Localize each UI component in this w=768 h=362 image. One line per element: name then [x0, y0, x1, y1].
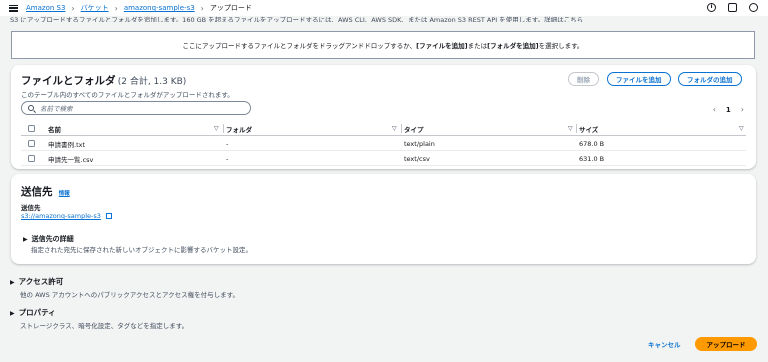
destination-label: 送信先 — [21, 204, 41, 212]
search-placeholder: 名前で検索 — [40, 105, 73, 113]
table-row: 申請書例.txt - text/plain 678.0 B — [21, 136, 746, 151]
dropzone-text-mid: または — [467, 42, 488, 50]
sort-icon[interactable]: ▽ — [739, 121, 744, 136]
external-link-icon — [105, 213, 112, 219]
files-panel-description: このテーブル内のすべてのファイルとフォルダがアップロードされます。 — [21, 91, 234, 99]
access-desc: 他の AWS アカウントへのパブリックアクセスとアクセス権を付与します。 — [20, 291, 239, 299]
files-panel: ファイルとフォルダ (2 合計, 1.3 KB) このテーブル内のすべてのファイ… — [11, 65, 756, 169]
chevron-left-icon[interactable]: ‹ — [713, 105, 716, 114]
file-name: 申請先一覧.csv — [48, 155, 94, 164]
files-count: (2 合計, 1.3 KB) — [117, 77, 187, 87]
menu-icon[interactable] — [9, 4, 18, 12]
dropzone-text-pre: ここにアップロードするファイルとフォルダをドラッグアンドドロップするか、 — [182, 42, 417, 50]
add-files-button[interactable]: ファイルを追加 — [607, 72, 671, 86]
properties-desc: ストレージクラス、暗号化設定、タグなどを指定します。 — [20, 322, 189, 330]
sort-icon[interactable]: ▽ — [392, 121, 397, 136]
breadcrumb-buckets[interactable]: バケット — [81, 3, 109, 13]
properties-toggle[interactable]: プロパティ — [19, 308, 56, 317]
page-number[interactable]: 1 — [726, 106, 731, 114]
chevron-right-icon: › — [71, 3, 75, 13]
file-name: 申請書例.txt — [48, 140, 86, 149]
destination-details-toggle[interactable]: 送信先の詳細 — [32, 235, 74, 243]
column-name[interactable]: 名前 — [48, 121, 223, 136]
cancel-button[interactable]: キャンセル — [640, 337, 689, 351]
search-icon — [28, 105, 34, 111]
properties-section: ▶ プロパティ ストレージクラス、暗号化設定、タグなどを指定します。 — [10, 307, 188, 330]
drop-zone[interactable]: ここにアップロードするファイルとフォルダをドラッグアンドドロップするか、 [ファ… — [11, 31, 755, 59]
select-all-checkbox[interactable] — [28, 124, 35, 132]
add-folder-button[interactable]: フォルダの追加 — [678, 72, 742, 86]
caret-right-icon[interactable]: ▶ — [10, 279, 15, 286]
clock-icon[interactable] — [749, 3, 758, 12]
upload-button[interactable]: アップロード — [695, 337, 757, 351]
dropzone-add-folder: [フォルダを追加] — [487, 42, 539, 50]
destination-title: 送信先 — [21, 186, 53, 198]
file-folder: - — [226, 154, 229, 163]
breadcrumb-s3[interactable]: Amazon S3 — [26, 4, 65, 12]
info-icon[interactable]: i — [707, 3, 716, 12]
table-header: 名前 ▽ フォルダ ▽ タイプ ▽ サイズ ▽ — [21, 121, 746, 136]
chevron-right-icon: › — [200, 3, 204, 13]
delete-button[interactable]: 削除 — [568, 72, 599, 86]
file-type: text/plain — [404, 139, 435, 148]
dropzone-text-post: を選択します。 — [538, 42, 584, 50]
file-type: text/csv — [404, 154, 430, 163]
table-row: 申請先一覧.csv - text/csv 631.0 B — [21, 151, 746, 166]
access-section: ▶ アクセス許可 他の AWS アカウントへのパブリックアクセスとアクセス権を付与… — [10, 276, 239, 299]
destination-panel: 送信先 情報 送信先 s3://amazonq-sample-s3 ▶ 送信先の詳… — [11, 174, 756, 264]
access-toggle[interactable]: アクセス許可 — [19, 277, 64, 286]
upload-info-text: S3 にアップロードするファイルとフォルダを追加します。160 GB を超えるフ… — [10, 16, 584, 22]
column-size[interactable]: サイズ — [579, 121, 739, 136]
column-type[interactable]: タイプ — [404, 121, 574, 136]
file-folder: - — [226, 139, 229, 148]
file-size: 678.0 B — [579, 139, 605, 148]
breadcrumb-current: アップロード — [209, 4, 252, 12]
sort-icon[interactable]: ▽ — [568, 121, 573, 136]
column-folder[interactable]: フォルダ — [226, 121, 401, 136]
panel-toggle-icon[interactable] — [728, 3, 737, 12]
files-panel-title: ファイルとフォルダ — [21, 75, 116, 87]
caret-right-icon[interactable]: ▶ — [10, 310, 15, 317]
caret-right-icon[interactable]: ▶ — [23, 236, 28, 243]
chevron-right-icon[interactable]: › — [741, 105, 744, 114]
dropzone-add-files: [ファイルを追加] — [416, 42, 468, 50]
row-checkbox[interactable] — [28, 154, 35, 162]
files-table: 名前 ▽ フォルダ ▽ タイプ ▽ サイズ ▽ 申請書例.txt - text/… — [21, 121, 746, 166]
sort-icon[interactable]: ▽ — [214, 121, 219, 136]
destination-link[interactable]: s3://amazonq-sample-s3 — [21, 212, 101, 220]
search-input[interactable]: 名前で検索 — [21, 101, 251, 115]
row-checkbox[interactable] — [28, 139, 35, 147]
destination-details-desc: 指定された宛先に保存された新しいオブジェクトに影響するバケット設定。 — [31, 246, 252, 254]
file-size: 631.0 B — [579, 154, 605, 163]
chevron-right-icon: › — [114, 3, 118, 13]
destination-info-link[interactable]: 情報 — [59, 191, 70, 197]
breadcrumb-bucket[interactable]: amazonq-sample-s3 — [124, 4, 195, 12]
pagination: ‹ 1 › — [713, 105, 744, 114]
